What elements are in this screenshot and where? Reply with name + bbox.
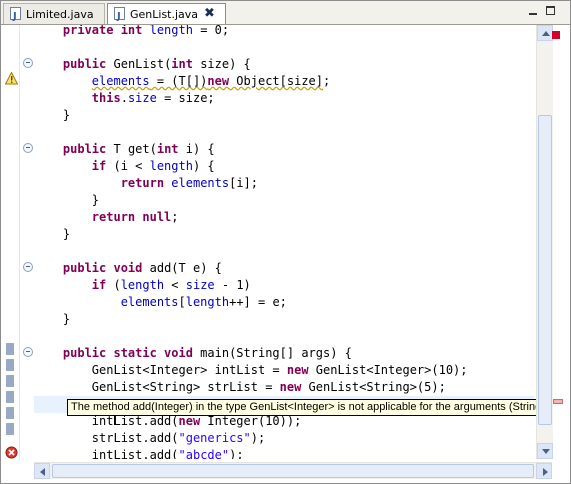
- code-line: return null;: [91, 210, 179, 224]
- code-area[interactable]: private int length = 0; public GenList(i…: [34, 25, 534, 459]
- code-line: elements = (T[])new Object[size];: [91, 74, 331, 88]
- code-line: }: [34, 193, 100, 207]
- minimize-icon[interactable]: [526, 4, 539, 17]
- error-icon[interactable]: [5, 446, 18, 459]
- horizontal-scrollbar[interactable]: [34, 462, 552, 479]
- code-line: public T get(int i) {: [62, 142, 215, 156]
- tab-limited-java[interactable]: Limited.java: [3, 3, 105, 26]
- tab-label: GenList.java: [130, 8, 199, 21]
- range-indicator: [6, 375, 14, 387]
- scroll-right-button[interactable]: [536, 463, 552, 479]
- code-line: return elements[i];: [120, 176, 258, 190]
- arrow-right-icon: [543, 468, 548, 476]
- arrow-up-icon: [542, 31, 550, 36]
- code-line: public GenList(int size) {: [62, 57, 251, 71]
- scrollbar-thumb[interactable]: [538, 115, 552, 425]
- fold-collapse-icon[interactable]: [23, 143, 33, 153]
- scroll-left-button[interactable]: [34, 463, 50, 479]
- code-line: if (length < size - 1): [91, 278, 251, 292]
- code-line: elements[length++] = e;: [120, 295, 287, 309]
- fold-collapse-icon[interactable]: [23, 262, 33, 272]
- java-file-icon: [114, 7, 125, 26]
- fold-collapse-icon[interactable]: [23, 58, 33, 68]
- code-line: this.size = size;: [91, 91, 215, 105]
- code-line: intList.add("abcde");: [34, 448, 244, 459]
- code-line: }: [34, 312, 71, 326]
- maximize-icon[interactable]: [544, 4, 557, 17]
- scrollbar-thumb[interactable]: [52, 464, 534, 478]
- range-indicator: [6, 407, 14, 419]
- code-line: strList.add("generics");: [34, 431, 266, 445]
- code-line: if (i < length) {: [91, 159, 215, 173]
- overview-ruler: [553, 25, 569, 459]
- warning-icon[interactable]: [5, 72, 18, 85]
- code-line: }: [34, 227, 71, 241]
- code-line: GenList<String> strList = new GenList<St…: [34, 380, 446, 394]
- fold-collapse-icon[interactable]: [23, 347, 33, 357]
- scroll-up-button[interactable]: [537, 25, 553, 41]
- annotation-ruler: [1, 25, 20, 459]
- code-line: public void add(T e) {: [62, 261, 222, 275]
- scroll-down-button[interactable]: [537, 443, 553, 459]
- java-editor: Limited.java GenList.java ✖: [0, 0, 571, 484]
- editor-tab-bar: Limited.java GenList.java ✖: [1, 1, 570, 26]
- tab-genlist-java[interactable]: GenList.java ✖: [107, 3, 226, 26]
- code-line: GenList<Integer> intList = new GenList<I…: [34, 363, 468, 377]
- vertical-scrollbar[interactable]: [536, 25, 553, 459]
- error-marker[interactable]: [553, 399, 563, 404]
- close-icon[interactable]: ✖: [204, 4, 215, 23]
- range-indicator: [6, 343, 14, 355]
- arrow-down-icon: [542, 449, 550, 454]
- code-line: }: [34, 108, 71, 122]
- range-indicator: [6, 423, 14, 435]
- range-indicator: [6, 359, 14, 371]
- error-status-indicator[interactable]: [552, 31, 560, 39]
- range-indicator: [6, 391, 14, 403]
- java-file-icon: [10, 7, 21, 26]
- code-line: private int length = 0;: [34, 25, 230, 37]
- code-line: public static void main(String[] args) {: [62, 346, 352, 360]
- tab-label: Limited.java: [26, 8, 94, 21]
- error-tooltip: The method add(Integer) in the type GenL…: [67, 399, 549, 416]
- arrow-left-icon: [40, 468, 45, 476]
